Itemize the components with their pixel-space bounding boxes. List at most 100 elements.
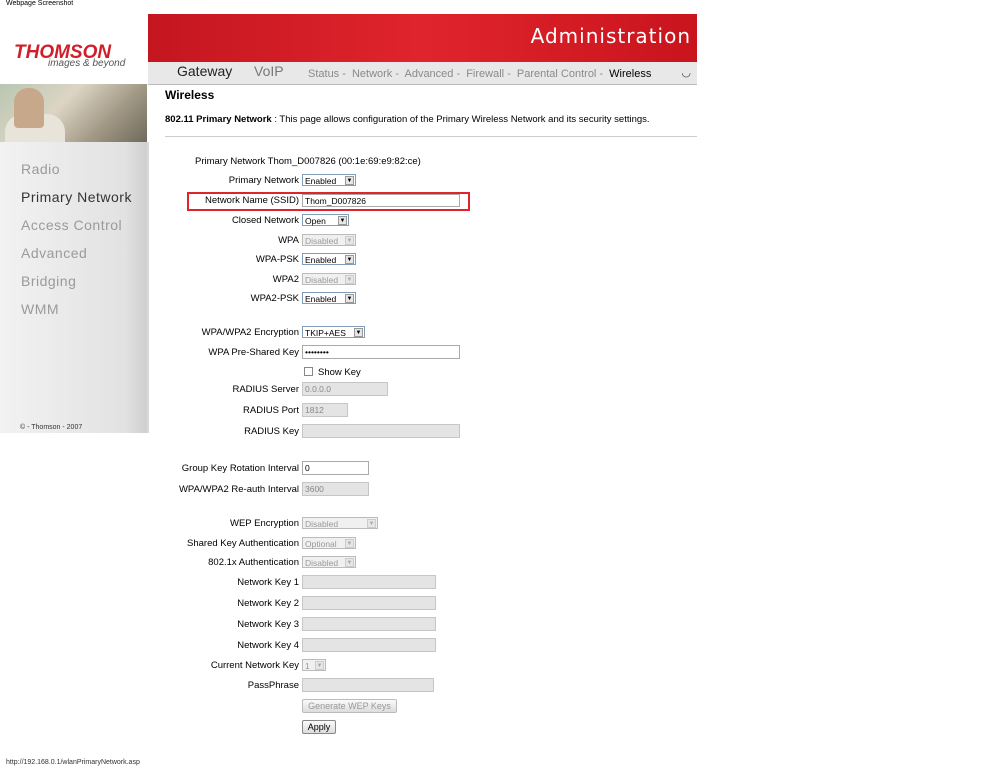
top-nav: Gateway VoIP Status - Network - Advanced… xyxy=(148,62,697,85)
wpa-value: Disabled xyxy=(305,236,339,246)
wpa2-psk-select[interactable]: Enabled ▼ xyxy=(302,292,356,304)
encryption-select[interactable]: TKIP+AES ▼ xyxy=(302,326,365,338)
wpa-psk-value: Enabled xyxy=(305,255,337,265)
subnav-network[interactable]: Network - xyxy=(352,68,399,80)
passphrase-input[interactable] xyxy=(302,678,434,692)
desc-heading: 802.11 Primary Network xyxy=(165,114,272,125)
primary-network-select[interactable]: Enabled ▼ xyxy=(302,174,356,186)
dot1x-auth-label: 802.1x Authentication xyxy=(208,557,299,568)
wpa-psk-select[interactable]: Enabled ▼ xyxy=(302,253,356,265)
ssid-input[interactable]: Thom_D007826 xyxy=(302,194,460,207)
chevron-down-icon: ▼ xyxy=(345,539,354,548)
group-key-input[interactable]: 0 xyxy=(302,461,369,475)
window-caption: Webpage Screenshot xyxy=(6,0,74,7)
network-key-3-label: Network Key 3 xyxy=(237,619,299,630)
chevron-down-icon: ▼ xyxy=(345,275,354,284)
psk-label: WPA Pre-Shared Key xyxy=(208,347,299,358)
network-key-4-input[interactable] xyxy=(302,638,436,652)
reauth-label: WPA/WPA2 Re-auth Interval xyxy=(178,484,299,495)
sidebar-item-radio[interactable]: Radio xyxy=(21,161,60,177)
current-key-select[interactable]: 1 ▼ xyxy=(302,659,326,671)
psk-input[interactable]: •••••••• xyxy=(302,345,460,359)
wep-encryption-label: WEP Encryption xyxy=(230,518,299,529)
wep-encryption-select[interactable]: Disabled ▼ xyxy=(302,517,378,529)
closed-network-value: Open xyxy=(305,216,326,226)
generate-wep-keys-button[interactable]: Generate WEP Keys xyxy=(302,699,397,713)
dot1x-auth-select[interactable]: Disabled ▼ xyxy=(302,556,356,568)
subnav-parental-control[interactable]: Parental Control - xyxy=(517,68,603,80)
divider xyxy=(165,136,697,137)
subnav-firewall[interactable]: Firewall - xyxy=(466,68,511,80)
sidebar-item-access-control[interactable]: Access Control xyxy=(21,217,122,233)
radius-server-input[interactable]: 0.0.0.0 xyxy=(302,382,388,396)
shared-key-auth-value: Optional xyxy=(305,539,337,549)
tab-voip[interactable]: VoIP xyxy=(254,63,284,79)
wpa-label: WPA xyxy=(278,235,299,246)
closed-network-label: Closed Network xyxy=(231,215,299,226)
network-key-4-label: Network Key 4 xyxy=(237,640,299,651)
banner-title: Administration xyxy=(530,24,691,48)
radius-key-input[interactable] xyxy=(302,424,460,438)
dot1x-auth-value: Disabled xyxy=(305,558,339,568)
copyright: © - Thomson - 2007 xyxy=(20,424,83,431)
radius-key-label: RADIUS Key xyxy=(244,426,299,437)
group-key-label: Group Key Rotation Interval xyxy=(181,463,299,474)
wpa-psk-label: WPA-PSK xyxy=(255,254,299,265)
subnav-wireless[interactable]: Wireless xyxy=(609,68,651,80)
apply-button[interactable]: Apply xyxy=(302,720,336,734)
primary-network-info: Primary Network Thom_D007826 (00:1e:69:e… xyxy=(195,156,421,167)
chevron-down-icon: ▼ xyxy=(345,294,354,303)
primary-network-label: Primary Network xyxy=(228,175,299,186)
sidebar-item-primary-network[interactable]: Primary Network xyxy=(21,189,132,205)
sidebar-item-wmm[interactable]: WMM xyxy=(21,301,59,317)
show-key-label: Show Key xyxy=(318,367,361,378)
wpa-select[interactable]: Disabled ▼ xyxy=(302,234,356,246)
sidebar-item-bridging[interactable]: Bridging xyxy=(21,273,76,289)
network-key-2-label: Network Key 2 xyxy=(237,598,299,609)
status-bar-url: http://192.168.0.1/wlanPrimaryNetwork.as… xyxy=(6,759,140,766)
chevron-down-icon: ▼ xyxy=(315,661,324,670)
wep-encryption-value: Disabled xyxy=(305,519,339,529)
header-banner: Administration xyxy=(148,14,697,62)
loading-icon: ◡ xyxy=(681,67,691,79)
chevron-down-icon: ▼ xyxy=(338,216,347,225)
network-key-2-input[interactable] xyxy=(302,596,436,610)
primary-network-value: Enabled xyxy=(305,176,337,186)
tab-gateway[interactable]: Gateway xyxy=(177,63,232,79)
current-key-value: 1 xyxy=(305,661,310,671)
sub-nav: Status - Network - Advanced - Firewall -… xyxy=(308,68,654,80)
header-photo xyxy=(0,84,147,142)
sidebar-item-advanced[interactable]: Advanced xyxy=(21,245,87,261)
passphrase-label: PassPhrase xyxy=(247,680,299,691)
show-key-checkbox[interactable] xyxy=(304,367,313,376)
chevron-down-icon: ▼ xyxy=(345,558,354,567)
chevron-down-icon: ▼ xyxy=(345,176,354,185)
wpa2-label: WPA2 xyxy=(272,274,299,285)
chevron-down-icon: ▼ xyxy=(367,519,376,528)
chevron-down-icon: ▼ xyxy=(354,328,363,337)
subnav-advanced[interactable]: Advanced - xyxy=(404,68,460,80)
logo-tagline: images & beyond xyxy=(48,58,126,69)
wpa2-select[interactable]: Disabled ▼ xyxy=(302,273,356,285)
wpa2-psk-value: Enabled xyxy=(305,294,337,304)
current-key-label: Current Network Key xyxy=(210,660,299,671)
reauth-input[interactable]: 3600 xyxy=(302,482,369,496)
encryption-value: TKIP+AES xyxy=(305,328,346,338)
radius-server-label: RADIUS Server xyxy=(232,384,299,395)
closed-network-select[interactable]: Open ▼ xyxy=(302,214,349,226)
network-key-1-input[interactable] xyxy=(302,575,436,589)
wpa2-value: Disabled xyxy=(305,275,339,285)
network-key-1-label: Network Key 1 xyxy=(237,577,299,588)
page-title: Wireless xyxy=(165,88,215,102)
encryption-label: WPA/WPA2 Encryption xyxy=(201,327,299,338)
shared-key-auth-select[interactable]: Optional ▼ xyxy=(302,537,356,549)
radius-port-input[interactable]: 1812 xyxy=(302,403,348,417)
sidebar: Radio Primary Network Access Control Adv… xyxy=(0,142,149,433)
network-key-3-input[interactable] xyxy=(302,617,436,631)
subnav-status[interactable]: Status - xyxy=(308,68,346,80)
page-description: 802.11 Primary Network : This page allow… xyxy=(165,114,650,125)
wpa2-psk-label: WPA2-PSK xyxy=(250,293,299,304)
radius-port-label: RADIUS Port xyxy=(243,405,299,416)
ssid-label: Network Name (SSID) xyxy=(205,195,299,206)
desc-text: : This page allows configuration of the … xyxy=(274,114,650,125)
